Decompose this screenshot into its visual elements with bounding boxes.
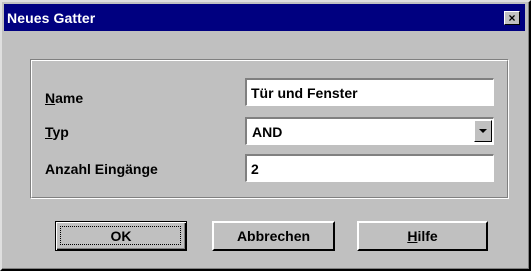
name-label: Name — [45, 90, 84, 106]
chevron-down-icon — [479, 129, 487, 133]
cancel-button-label: Abbrechen — [236, 228, 311, 244]
input-count-input[interactable] — [245, 154, 494, 182]
input-count-label: Anzahl Eingänge — [45, 161, 158, 177]
type-label: Typ — [45, 124, 69, 140]
focus-rectangle — [60, 226, 181, 245]
cancel-button[interactable]: Abbrechen — [212, 221, 335, 251]
help-button-mnemonic: H — [407, 228, 418, 244]
window-title: Neues Gatter — [7, 10, 96, 26]
title-bar[interactable]: Neues Gatter × — [4, 4, 525, 31]
dialog-window: Neues Gatter × Name Typ AND Anzahl Eingä… — [0, 0, 531, 271]
close-button[interactable]: × — [504, 11, 520, 25]
type-select[interactable]: AND — [245, 117, 494, 145]
name-input[interactable] — [245, 78, 494, 106]
help-button[interactable]: Hilfe — [357, 221, 488, 251]
input-count-label-mnemonic: g — [116, 161, 126, 177]
type-label-mnemonic: T — [45, 124, 53, 140]
ok-button[interactable]: OK — [55, 221, 187, 251]
close-icon: × — [508, 11, 516, 25]
type-select-value: AND — [252, 124, 283, 140]
type-dropdown-button[interactable] — [474, 120, 492, 142]
name-label-mnemonic: N — [45, 90, 56, 106]
